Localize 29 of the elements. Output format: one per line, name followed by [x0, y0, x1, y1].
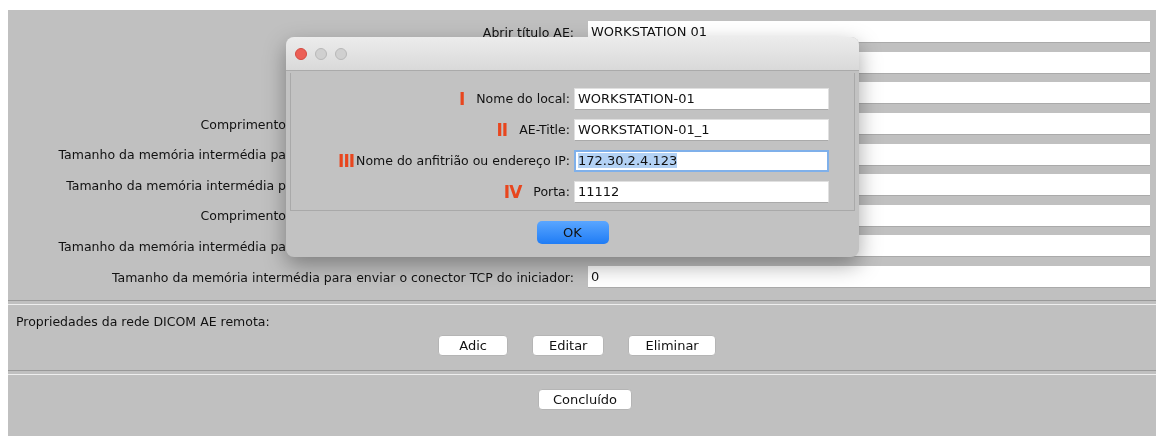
- field-label: AE-Title:: [519, 122, 570, 137]
- step-marker: II: [496, 119, 508, 140]
- field-label: Nome do anfitrião ou endereço IP:: [356, 153, 570, 168]
- minimize-icon[interactable]: [315, 47, 327, 60]
- text-field[interactable]: 11112: [574, 180, 829, 203]
- action-button[interactable]: Eliminar: [628, 335, 716, 357]
- field-label: Tamanho da memória intermédia pa: [58, 238, 286, 254]
- action-button[interactable]: Editar: [531, 335, 605, 357]
- step-marker: IV: [503, 181, 522, 202]
- field-label: Nome do local:: [476, 91, 570, 106]
- close-icon[interactable]: [295, 47, 307, 60]
- field-label: Porta:: [533, 184, 570, 199]
- ok-button[interactable]: OK: [536, 221, 609, 244]
- field-label: Abrir título AE:: [482, 24, 574, 40]
- field-label: Tamanho da memória intermédia pa: [58, 147, 286, 163]
- action-button[interactable]: Adic: [438, 335, 508, 357]
- text-field[interactable]: WORKSTATION-01: [574, 87, 829, 110]
- text-field[interactable]: 172.30.2.4.123: [574, 149, 829, 172]
- field-label: Tamanho da memória intermédia para enviar o conector TCP do iniciador:: [111, 269, 574, 285]
- field-label: Tamanho da memória intermédia p: [66, 177, 286, 193]
- step-marker: I: [458, 88, 465, 109]
- done-button[interactable]: Concluído: [537, 389, 633, 411]
- field-label: Comprimento: [200, 208, 286, 224]
- step-marker: III: [338, 150, 355, 171]
- field-label: Comprimento: [200, 116, 286, 132]
- text-field[interactable]: WORKSTATION-01_1: [574, 118, 829, 141]
- section-label: Propriedades da rede DICOM AE remota:: [16, 314, 270, 330]
- text-field[interactable]: 0: [588, 266, 1150, 289]
- maximize-icon[interactable]: [335, 47, 347, 60]
